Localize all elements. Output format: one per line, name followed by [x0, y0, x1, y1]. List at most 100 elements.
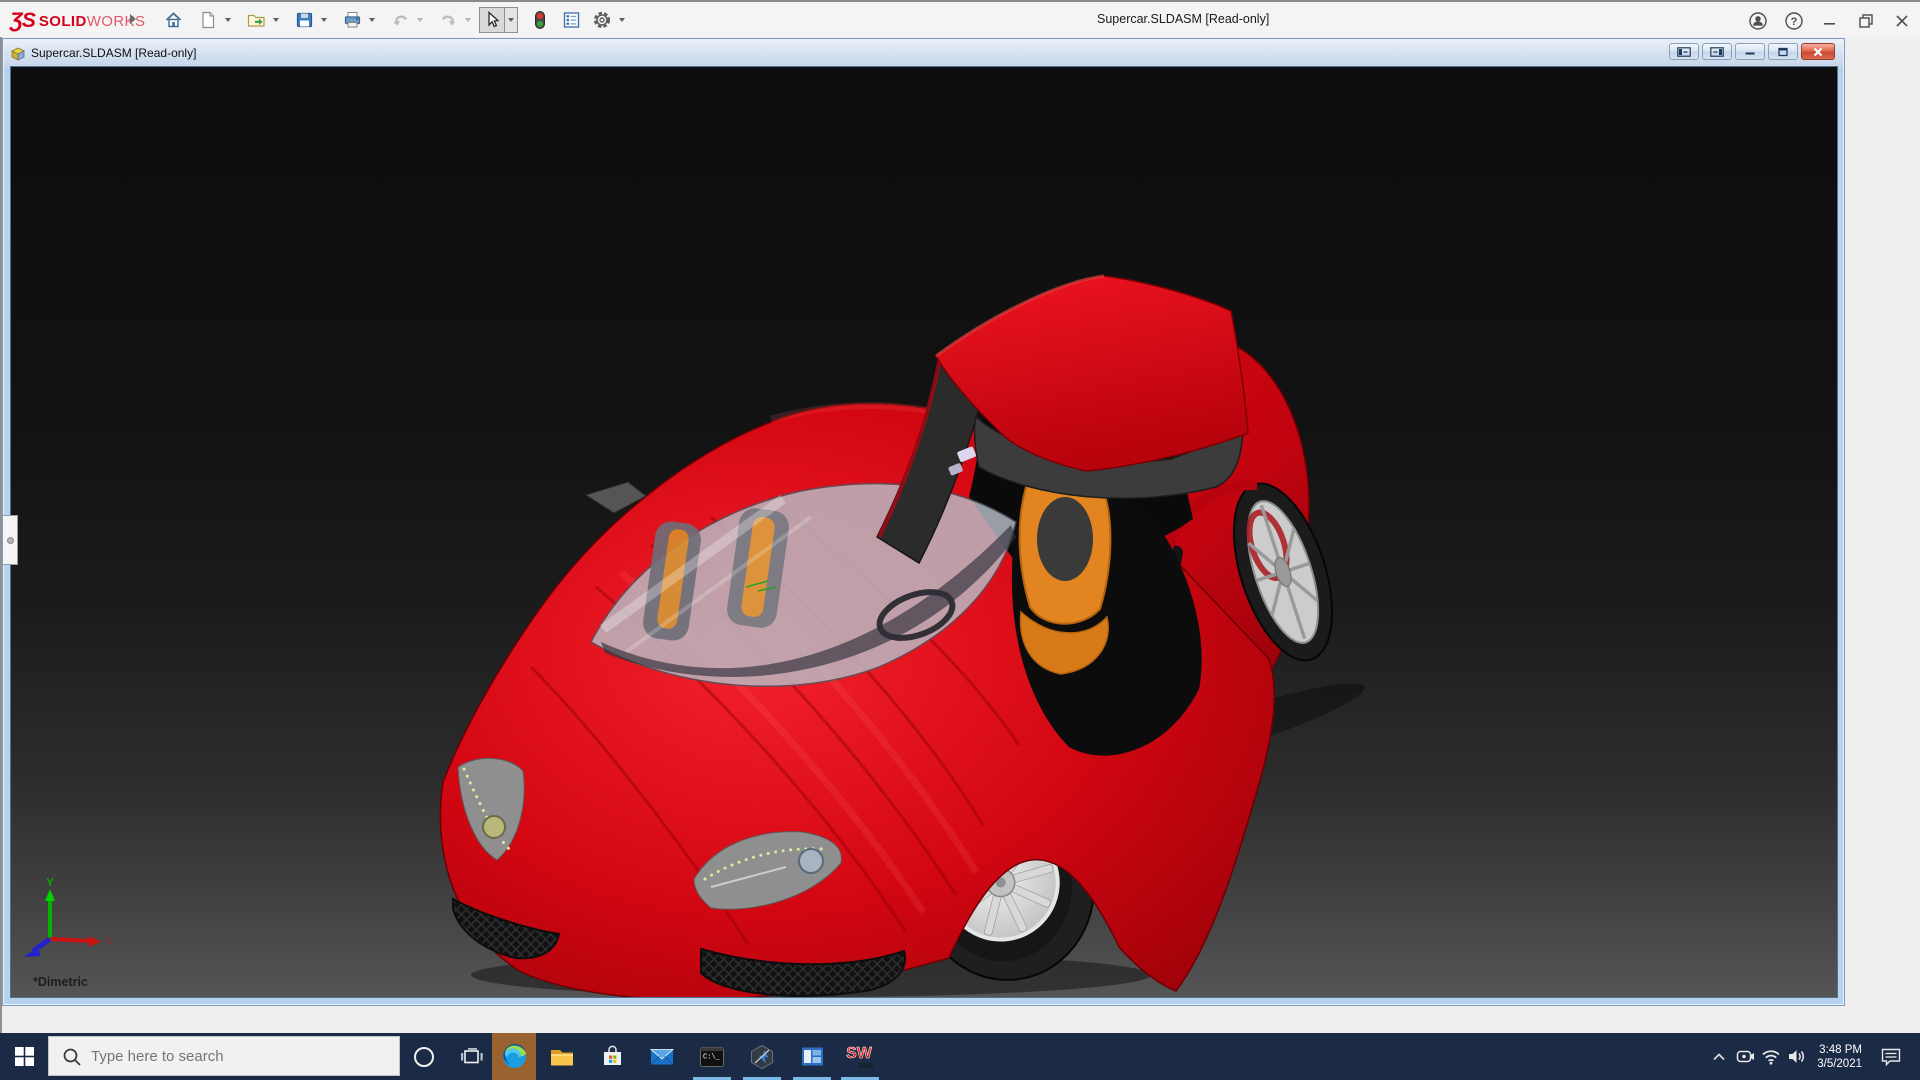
- tray-meet-now[interactable]: [1732, 1033, 1758, 1080]
- task-view-icon: [461, 1047, 483, 1063]
- document-title: Supercar.SLDASM [Read-only]: [31, 46, 197, 60]
- store-icon: [603, 1045, 621, 1065]
- taskbar-panels-app[interactable]: [790, 1033, 834, 1080]
- document-close-button[interactable]: [1801, 43, 1835, 60]
- file-explorer-icon: [551, 1049, 573, 1065]
- properties-list-icon: [563, 12, 579, 28]
- save-button[interactable]: [291, 7, 317, 33]
- start-button[interactable]: [0, 1033, 48, 1080]
- minimize-button[interactable]: [1812, 2, 1848, 39]
- svg-text:Y: Y: [46, 877, 54, 889]
- display-pane-button[interactable]: [558, 7, 584, 33]
- toggle-left-pane-button[interactable]: [1669, 43, 1699, 60]
- taskbar-task-view[interactable]: [450, 1033, 494, 1080]
- account-icon: [1749, 11, 1767, 30]
- taskbar-solidworks[interactable]: SW 2021: [838, 1033, 882, 1080]
- document-titlebar[interactable]: Supercar.SLDASM [Read-only]: [4, 40, 1843, 66]
- print-icon: [344, 12, 360, 28]
- undo-dropdown[interactable]: [413, 7, 426, 33]
- gear-icon: [593, 11, 611, 29]
- select-tool-button[interactable]: [479, 7, 505, 33]
- save-dropdown[interactable]: [317, 7, 330, 33]
- window-controls: ?: [1740, 2, 1920, 39]
- featuremanager-splitter-tab[interactable]: [3, 515, 18, 565]
- solidworks-logo-mark: ƷS: [10, 9, 36, 32]
- view-status-button[interactable]: [527, 7, 553, 33]
- tray-show-hidden[interactable]: [1706, 1033, 1732, 1080]
- account-button[interactable]: [1740, 2, 1776, 39]
- tray-action-center[interactable]: [1868, 1033, 1914, 1080]
- tray-network[interactable]: [1758, 1033, 1784, 1080]
- open-folder-icon: [247, 14, 265, 27]
- document-minimize-button[interactable]: [1735, 43, 1765, 60]
- clock-date: 3/5/2021: [1817, 1057, 1862, 1070]
- taskbar-cortana[interactable]: [402, 1033, 446, 1080]
- windows-logo-icon: [14, 1047, 34, 1066]
- document-restore-icon: [1778, 47, 1788, 56]
- left-pane-icon: [1677, 46, 1691, 57]
- redo-icon: [441, 15, 455, 26]
- open-dropdown[interactable]: [269, 7, 282, 33]
- undo-button[interactable]: [387, 7, 413, 33]
- open-button[interactable]: [243, 7, 269, 33]
- document-minimize-icon: [1745, 52, 1755, 55]
- graphics-viewport[interactable]: Y X *Dimetric: [10, 66, 1838, 998]
- svg-text:2021: 2021: [858, 1063, 874, 1070]
- panels-app-icon: [801, 1047, 823, 1066]
- new-document-button[interactable]: [195, 7, 221, 33]
- taskbar-mail[interactable]: [640, 1033, 684, 1080]
- speaker-icon: [1789, 1050, 1804, 1063]
- taskbar-viewer-app[interactable]: [740, 1033, 784, 1080]
- taskbar-terminal[interactable]: C:\_: [690, 1033, 734, 1080]
- app-titlebar: ƷS SOLID WORKS Supercar.SLDASM [Read-onl…: [0, 0, 1920, 37]
- notification-icon: [1881, 1048, 1901, 1066]
- taskbar-file-explorer[interactable]: [540, 1033, 584, 1080]
- new-document-dropdown[interactable]: [221, 7, 234, 33]
- solidworks-app-icon: SW 2021: [846, 1044, 874, 1070]
- wifi-icon: [1762, 1050, 1780, 1065]
- home-button[interactable]: [160, 7, 186, 33]
- app-title: Supercar.SLDASM [Read-only]: [1097, 12, 1270, 26]
- help-button[interactable]: ?: [1776, 2, 1812, 39]
- clock-time: 3:48 PM: [1819, 1043, 1862, 1056]
- splitter-grip-icon: [6, 536, 14, 544]
- meet-now-icon: [1736, 1050, 1754, 1063]
- document-restore-button[interactable]: [1768, 43, 1798, 60]
- car-model: [439, 274, 1365, 997]
- home-icon: [165, 12, 181, 28]
- document-window-controls: [1669, 43, 1835, 60]
- solidworks-logo-text-light: WORKS: [86, 12, 146, 30]
- print-button[interactable]: [339, 7, 365, 33]
- undo-icon: [393, 15, 407, 26]
- select-tool-dropdown[interactable]: [505, 7, 518, 33]
- search-input[interactable]: [49, 1037, 399, 1075]
- svg-text:SW: SW: [846, 1045, 873, 1062]
- hexagon-app-icon: [751, 1044, 773, 1069]
- chevron-up-icon: [1713, 1052, 1725, 1060]
- close-button[interactable]: [1884, 2, 1920, 39]
- solidworks-logo-text-bold: SOLID: [38, 12, 87, 30]
- toolbar-expand-icon[interactable]: [130, 14, 136, 24]
- taskbar-edge[interactable]: [492, 1033, 536, 1080]
- taskbar-store[interactable]: [590, 1033, 634, 1080]
- solidworks-logo: ƷS SOLID WORKS: [10, 9, 145, 33]
- toggle-right-pane-button[interactable]: [1702, 43, 1732, 60]
- terminal-icon: C:\_: [700, 1046, 724, 1067]
- tray-clock[interactable]: 3:48 PM 3/5/2021: [1806, 1033, 1862, 1080]
- options-button[interactable]: [589, 7, 615, 33]
- print-dropdown[interactable]: [365, 7, 378, 33]
- new-document-icon: [202, 11, 215, 29]
- mail-icon: [649, 1048, 675, 1065]
- minimize-icon: [1824, 22, 1835, 25]
- restore-button[interactable]: [1848, 2, 1884, 39]
- taskbar-search[interactable]: [48, 1036, 400, 1076]
- seat: [1018, 474, 1112, 675]
- windows-taskbar: C:\_: [0, 1033, 1920, 1080]
- assembly-file-icon: [11, 47, 25, 61]
- quick-access-toolbar: [160, 6, 628, 34]
- orientation-triad: Y X: [24, 877, 113, 957]
- options-dropdown[interactable]: [615, 7, 628, 33]
- redo-dropdown[interactable]: [461, 7, 474, 33]
- redo-button[interactable]: [435, 7, 461, 33]
- document-window: Supercar.SLDASM [Read-only] Y X *Dimetri…: [2, 38, 1845, 1006]
